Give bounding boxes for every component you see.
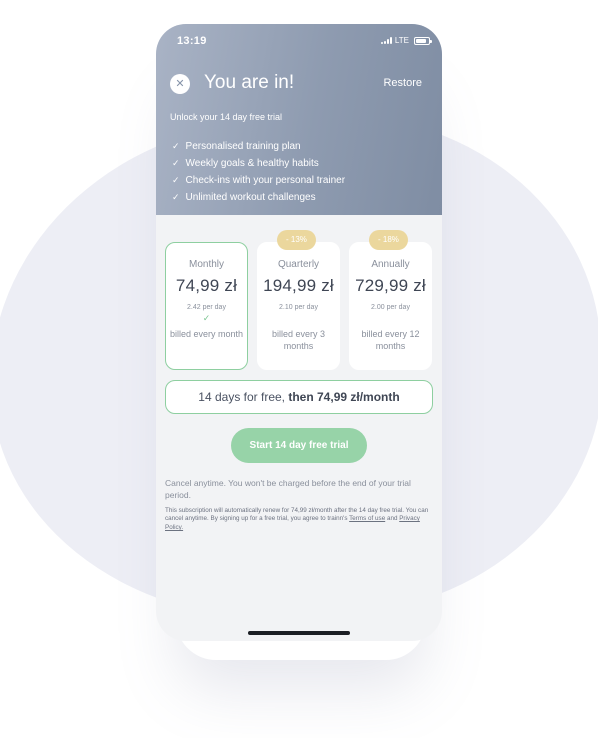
fine-print: This subscription will automatically ren… [165, 507, 429, 531]
plan-card-monthly[interactable]: Monthly 74,99 zł 2.42 per day ✓ billed e… [165, 242, 248, 370]
plan-card-quarterly[interactable]: Quarterly 194,99 zł 2.10 per day billed … [257, 242, 340, 370]
plan-price: 194,99 zł [263, 276, 334, 295]
plan-name: Quarterly [277, 259, 320, 270]
page-title: You are in! [204, 72, 295, 93]
discount-badge: - 13% [277, 230, 316, 250]
feature-item: ✓ Check-ins with your personal trainer [172, 172, 345, 189]
subtitle: Unlock your 14 day free trial [170, 112, 283, 122]
status-indicators: LTE [380, 36, 432, 45]
plan-per-day: 2.42 per day [187, 304, 226, 311]
feature-list: ✓ Personalised training plan ✓ Weekly goal… [172, 138, 345, 206]
cancel-note: Cancel anytime. You won't be charged bef… [165, 478, 411, 500]
trial-summary: 14 days for free, then 74,99 zł/month [165, 380, 433, 414]
plan-per-day: 2.00 per day [371, 304, 410, 311]
discount-badge: - 18% [369, 230, 408, 250]
plan-price: 729,99 zł [355, 276, 426, 295]
check-icon: ✓ [172, 141, 180, 151]
check-icon: ✓ [172, 158, 180, 168]
start-trial-button[interactable]: Start 14 day free trial [231, 428, 367, 463]
status-time: 13:19 [177, 35, 207, 47]
check-icon: ✓ [172, 192, 180, 202]
feature-item: ✓ Personalised training plan [172, 138, 345, 155]
signal-icon [380, 37, 392, 44]
phone-screen: 13:19 LTE ✕ You are in! Restore Unlock y… [156, 24, 442, 641]
network-type: LTE [394, 36, 409, 45]
feature-item: ✓ Weekly goals & healthy habits [172, 155, 345, 172]
check-icon: ✓ [172, 175, 180, 185]
header: 13:19 LTE ✕ You are in! Restore Unlock y… [156, 24, 442, 215]
selected-check-icon: ✓ [202, 313, 211, 323]
plan-price: 74,99 zł [175, 276, 238, 295]
terms-link[interactable]: Terms of use [349, 515, 385, 522]
plan-name: Monthly [188, 259, 224, 270]
plan-card-annually[interactable]: Annually 729,99 zł 2.00 per day billed e… [349, 242, 432, 370]
feature-item: ✓ Unlimited workout challenges [172, 189, 345, 206]
restore-button[interactable]: Restore [383, 77, 422, 89]
battery-icon [414, 36, 432, 45]
home-indicator [248, 631, 350, 635]
close-button[interactable]: ✕ [170, 74, 190, 94]
plan-billing: billed every 3 months [271, 329, 326, 351]
close-icon: ✕ [175, 78, 185, 90]
plan-name: Annually [371, 259, 410, 270]
plan-billing: billed every 12 months [361, 329, 420, 351]
plan-billing: billed every month [169, 329, 244, 339]
plan-per-day: 2.10 per day [279, 304, 318, 311]
